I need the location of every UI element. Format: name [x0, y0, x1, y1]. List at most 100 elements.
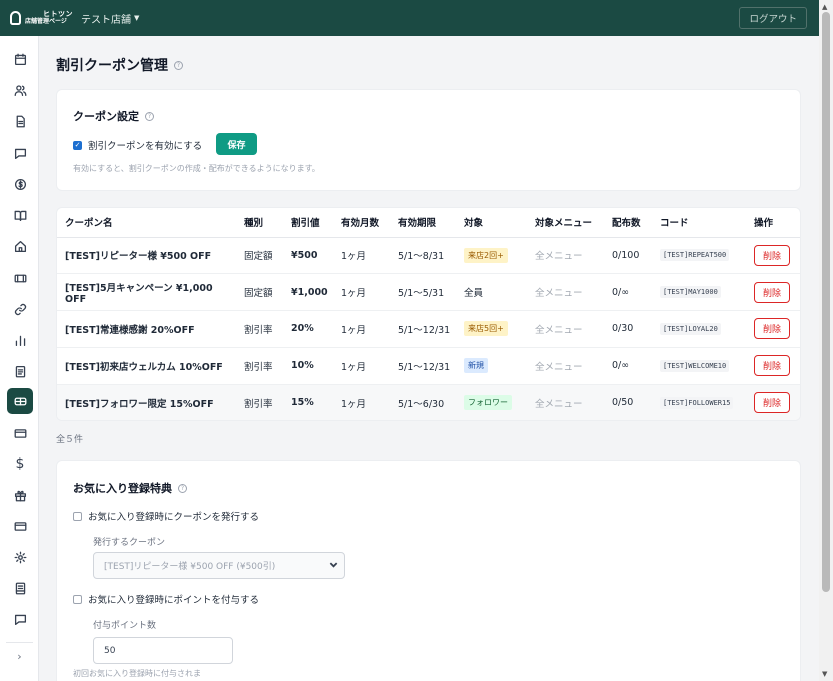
card-icon[interactable] [7, 420, 33, 446]
coupon-period: 5/1〜5/31 [390, 273, 456, 312]
enable-coupon-row[interactable]: 割引クーポンを有効にする [73, 138, 202, 152]
coupon-menu: 全メニュー [527, 347, 604, 385]
target-badge: 来店2回+ [464, 247, 508, 263]
issue-coupon-select-label: 発行するクーポン [93, 538, 166, 548]
coupon-action-cell: 削除 [746, 237, 800, 275]
coupon-table-card: クーポン名 種別 割引値 有効月数 有効期限 対象 対象メニュー 配布数 コード… [56, 207, 801, 421]
scroll-down-icon[interactable]: ▼ [822, 670, 827, 678]
coupon-months: 1ヶ月 [333, 347, 390, 385]
top-bar: ヒトツン 店舗管理ページ テスト店舗 ▼ ログアウト [0, 0, 819, 36]
chevron-down-icon [329, 560, 338, 569]
help-icon[interactable]: ? [178, 483, 187, 493]
issue-coupon-row[interactable]: お気に入り登録時にクーポンを発行する [73, 509, 259, 523]
delete-button[interactable]: 削除 [754, 318, 790, 340]
coupon-target-cell: 来店5回+ [456, 310, 527, 348]
coupon-months: 1ヶ月 [333, 384, 390, 420]
clipboard-icon[interactable] [7, 358, 33, 384]
save-button[interactable]: 保存 [216, 133, 257, 155]
coupon-period: 5/1〜6/30 [390, 384, 456, 420]
grant-point-row[interactable]: お気に入り登録時にポイントを付与する [73, 592, 259, 606]
page-scrollbar[interactable]: ▲ ▼ [819, 0, 833, 681]
col-header-period: 有効期限 [390, 208, 456, 238]
dollar-icon[interactable]: $ [7, 451, 33, 477]
sidebar-divider [6, 642, 33, 643]
logo-line2: 店舗管理ページ [25, 17, 67, 25]
coupon-period: 5/1〜12/31 [390, 347, 456, 385]
bar-chart-icon[interactable] [7, 327, 33, 353]
message-icon[interactable] [7, 606, 33, 632]
delete-button[interactable]: 削除 [754, 355, 790, 377]
coupon-distribution: 0/∞ [604, 273, 652, 312]
col-header-distribution: 配布数 [604, 208, 652, 238]
expand-sidebar-icon[interactable]: › [0, 650, 39, 663]
coupon-settings-title-text: クーポン設定 [73, 110, 139, 123]
book-icon[interactable] [7, 202, 33, 228]
coupon-code: [TEST]FOLLOWER15 [660, 396, 734, 409]
main-content: 割引クーポン管理 ? クーポン設定 ? 割引クーポンを有効にする 保存 有効にす… [39, 36, 819, 681]
coupon-table: クーポン名 種別 割引値 有効月数 有効期限 対象 対象メニュー 配布数 コード… [57, 208, 800, 420]
issue-coupon-select-value: [TEST]リピーター様 ¥500 OFF (¥500引) [104, 562, 276, 572]
enable-coupon-checkbox[interactable] [73, 140, 82, 150]
table-header-row: クーポン名 種別 割引値 有効月数 有効期限 対象 対象メニュー 配布数 コード… [57, 208, 800, 238]
notebook-icon[interactable] [7, 575, 33, 601]
coupon-code: [TEST]LOYAL20 [660, 322, 721, 335]
coupon-settings-title: クーポン設定 ? [73, 108, 154, 124]
issue-coupon-checkbox[interactable] [73, 511, 82, 521]
total-count: 全５件 [56, 435, 84, 445]
delete-button[interactable]: 削除 [754, 244, 790, 266]
coupon-distribution: 0/30 [604, 310, 652, 348]
grant-point-label[interactable]: お気に入り登録時にポイントを付与する [88, 592, 259, 606]
card-icon[interactable] [7, 513, 33, 539]
coupon-code: [TEST]WELCOME10 [660, 359, 730, 372]
delete-button[interactable]: 削除 [754, 392, 790, 414]
favorite-bonus-card: お気に入り登録特典 ? お気に入り登録時にクーポンを発行する 発行するクーポン … [56, 460, 801, 681]
coupon-name: [TEST]5月キャンペーン ¥1,000 OFF [57, 273, 236, 312]
point-amount-label: 付与ポイント数 [93, 621, 157, 631]
coupon-period: 5/1〜12/31 [390, 310, 456, 348]
gift-icon[interactable] [7, 482, 33, 508]
store-selector[interactable]: テスト店舗 ▼ [81, 11, 139, 26]
col-header-menu: 対象メニュー [527, 208, 604, 238]
coupon-type: 割引率 [236, 310, 283, 348]
delete-button[interactable]: 削除 [754, 281, 790, 303]
scrollbar-thumb[interactable] [822, 12, 830, 592]
link-icon[interactable] [7, 296, 33, 322]
gear-icon[interactable] [7, 544, 33, 570]
logo-text: ヒトツン 店舗管理ページ [25, 10, 73, 25]
document-icon[interactable] [7, 108, 33, 134]
help-icon[interactable]: ? [174, 60, 183, 70]
coupon-value: ¥1,000 [283, 273, 333, 312]
point-amount-input[interactable]: 50 [93, 637, 233, 664]
enable-coupon-label[interactable]: 割引クーポンを有効にする [88, 138, 202, 152]
favorite-bonus-title-text: お気に入り登録特典 [73, 482, 172, 495]
home-icon[interactable] [7, 233, 33, 259]
caret-down-icon: ▼ [134, 14, 140, 22]
calendar-icon[interactable] [7, 46, 33, 72]
table-row: [TEST]5月キャンペーン ¥1,000 OFF 固定額 ¥1,000 1ヶ月… [57, 273, 800, 312]
ticket-icon[interactable] [7, 265, 33, 291]
issue-coupon-select[interactable]: [TEST]リピーター様 ¥500 OFF (¥500引) [93, 552, 345, 579]
chat-icon[interactable] [7, 140, 33, 166]
issue-coupon-label[interactable]: お気に入り登録時にクーポンを発行する [88, 509, 259, 523]
sidebar: $ › [0, 36, 39, 681]
coupon-icon[interactable] [7, 388, 33, 414]
coupon-period: 5/1〜8/31 [390, 237, 456, 275]
help-icon[interactable]: ? [145, 111, 154, 121]
coin-icon[interactable] [7, 171, 33, 197]
table-row: [TEST]初来店ウェルカム 10%OFF 割引率 10% 1ヶ月 5/1〜12… [57, 347, 800, 385]
logout-button[interactable]: ログアウト [739, 7, 807, 29]
col-header-months: 有効月数 [333, 208, 390, 238]
users-icon[interactable] [7, 77, 33, 103]
coupon-code: [TEST]REPEAT500 [660, 249, 730, 262]
grant-point-checkbox[interactable] [73, 594, 82, 604]
favorite-bonus-title: お気に入り登録特典 ? [73, 480, 187, 496]
table-row: [TEST]常連様感謝 20%OFF 割引率 20% 1ヶ月 5/1〜12/31… [57, 310, 800, 348]
app-logo[interactable]: ヒトツン 店舗管理ページ [10, 10, 73, 25]
point-hint: 初回お気に入り登録時に付与されま [73, 669, 201, 678]
page-title-text: 割引クーポン管理 [56, 58, 168, 74]
coupon-months: 1ヶ月 [333, 310, 390, 348]
col-header-action: 操作 [746, 208, 800, 238]
scroll-up-icon[interactable]: ▲ [822, 3, 827, 11]
coupon-value: 10% [283, 347, 333, 385]
coupon-code: [TEST]MAY1000 [660, 286, 721, 299]
